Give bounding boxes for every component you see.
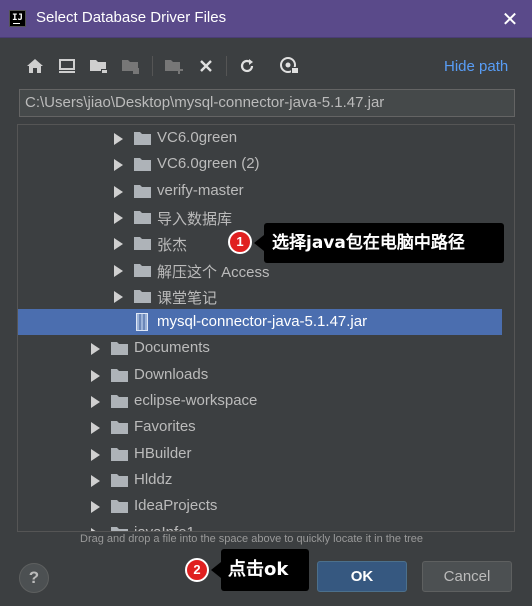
expand-arrow-icon[interactable] (114, 290, 123, 303)
refresh-icon[interactable] (235, 54, 259, 78)
tree-row-folder[interactable]: verify-master (18, 178, 502, 204)
folder-icon (134, 263, 151, 277)
folder-icon (111, 420, 128, 435)
hide-path-link[interactable]: Hide path (444, 58, 508, 75)
app-icon-text: IJ (12, 13, 23, 23)
tree-row-label: 解压这个 Access (157, 263, 270, 281)
tree-row-folder[interactable]: Hlddz (18, 467, 502, 493)
expand-arrow-icon[interactable] (91, 501, 100, 514)
tree-row-folder[interactable]: Favorites (18, 414, 502, 440)
project-folder-icon[interactable] (87, 54, 111, 78)
file-tree[interactable]: VC6.0green VC6.0green (2) verify-master 导入数… (17, 124, 515, 532)
expand-arrow-icon[interactable] (114, 264, 123, 277)
tree-row-folder[interactable]: 课堂笔记 (18, 283, 502, 309)
folder-icon (134, 289, 151, 303)
expand-arrow-icon[interactable] (91, 369, 100, 382)
tree-row-label: eclipse-workspace (134, 392, 258, 409)
ok-button[interactable]: OK (317, 561, 407, 592)
tree-row-label: VC6.0green (157, 129, 238, 146)
expand-arrow-icon[interactable] (114, 159, 123, 172)
desktop-icon[interactable] (55, 54, 79, 78)
folder-icon (111, 368, 128, 382)
folder-icon (111, 447, 128, 461)
expand-arrow-icon[interactable] (114, 133, 123, 145)
tree-row-folder[interactable]: javaInfo1 (18, 520, 502, 532)
cancel-button[interactable]: Cancel (422, 561, 512, 592)
home-icon[interactable] (23, 54, 47, 78)
tree-row-label: Downloads (134, 365, 209, 383)
tree-row-label: javaInfo1 (134, 523, 195, 532)
intellij-logo-icon: IJ (7, 8, 28, 29)
expand-arrow-icon[interactable] (114, 238, 123, 251)
expand-arrow-icon[interactable] (91, 474, 100, 487)
folder-icon (111, 394, 128, 408)
folder-icon (134, 157, 151, 172)
folder-icon (111, 473, 128, 487)
annotation-badge-2: 2 (185, 558, 209, 582)
jar-file-icon (136, 313, 148, 332)
title-bar: IJ Select Database Driver Files ✕ (0, 0, 532, 38)
expand-arrow-icon[interactable] (91, 527, 100, 531)
help-button[interactable]: ? (19, 563, 49, 593)
tree-row-folder[interactable]: eclipse-workspace (18, 388, 502, 414)
tree-row-label: HBuilder (134, 444, 192, 462)
tree-row-label: mysql-connector-java-5.1.47.jar (157, 313, 368, 331)
tree-row-folder[interactable]: IdeaProjects (18, 493, 502, 519)
show-hidden-icon[interactable] (278, 54, 302, 78)
expand-arrow-icon[interactable] (91, 396, 100, 408)
annotation-badge-1: 1 (228, 230, 252, 254)
tree-row-label: 课堂笔记 (157, 289, 218, 307)
tree-row-label: 导入数据库 (157, 210, 233, 228)
close-icon[interactable]: ✕ (498, 7, 522, 31)
tree-row-folder[interactable]: VC6.0green (2) (18, 151, 502, 177)
expand-arrow-icon[interactable] (91, 343, 100, 356)
tree-row-folder[interactable]: HBuilder (18, 441, 502, 467)
file-chooser-toolbar: Hide path (0, 50, 532, 82)
folder-icon (134, 184, 151, 198)
annotation-callout-1: 选择java包在电脑中路径 (254, 223, 504, 263)
tree-row-label: IdeaProjects (134, 497, 218, 515)
folder-icon (134, 236, 151, 251)
folder-icon (111, 499, 128, 514)
annotation-callout-2: 点击ok (211, 549, 309, 591)
module-folder-icon[interactable] (119, 54, 143, 78)
delete-icon[interactable] (194, 54, 218, 78)
tree-row-label: Documents (134, 339, 210, 357)
expand-arrow-icon[interactable] (114, 185, 123, 198)
tree-row-jar[interactable]: mysql-connector-java-5.1.47.jar (18, 309, 502, 336)
window-title: Select Database Driver Files (36, 9, 227, 26)
expand-arrow-icon[interactable] (91, 448, 100, 461)
annotation-text-1: 选择java包在电脑中路径 (272, 233, 465, 253)
tree-row-folder[interactable]: Documents (18, 335, 502, 361)
tree-row-label: Favorites (134, 418, 196, 436)
folder-icon (111, 526, 128, 531)
tree-row-label: 张杰 (157, 237, 188, 255)
path-input[interactable]: C:\Users\jiao\Desktop\mysql-connector-ja… (19, 89, 515, 117)
folder-icon (134, 210, 151, 224)
tree-row-folder[interactable]: Downloads (18, 362, 502, 388)
folder-icon (134, 131, 151, 145)
tree-row-folder[interactable]: VC6.0green (18, 125, 502, 151)
tree-row-label: VC6.0green (2) (157, 155, 260, 173)
annotation-text-2: 点击ok (228, 559, 289, 580)
folder-icon (111, 341, 128, 356)
tree-row-label: Hlddz (134, 470, 173, 488)
tree-row-label: verify-master (157, 181, 244, 199)
expand-arrow-icon[interactable] (91, 422, 100, 435)
drag-drop-hint: Drag and drop a file into the space abov… (80, 533, 424, 545)
new-folder-icon[interactable] (162, 54, 186, 78)
expand-arrow-icon[interactable] (114, 211, 123, 224)
